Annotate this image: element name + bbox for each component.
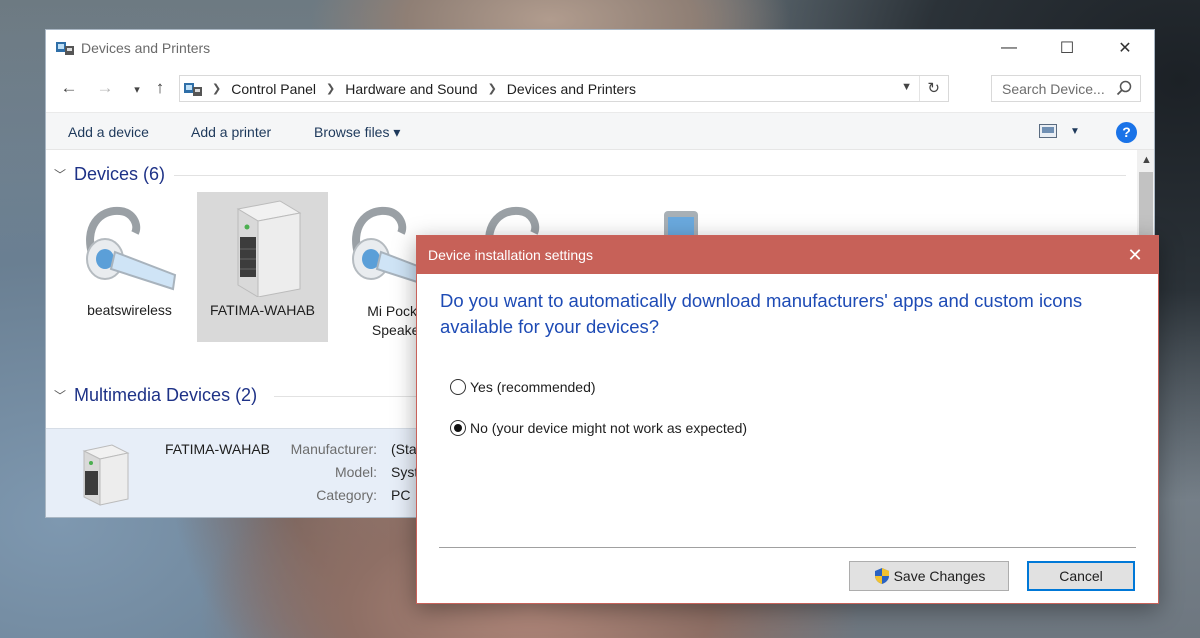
group-divider <box>174 175 1126 176</box>
dialog-divider <box>439 547 1136 548</box>
breadcrumb-separator-icon: ❯ <box>212 83 222 95</box>
search-icon <box>1116 80 1132 96</box>
refresh-button[interactable]: ↻ <box>927 79 940 97</box>
up-button[interactable]: ↑ <box>149 78 171 98</box>
collapse-chevron-icon[interactable]: ﹀ <box>54 166 66 183</box>
dialog-question: Do you want to automatically download ma… <box>440 290 1083 337</box>
computer-tower-icon <box>82 444 130 506</box>
breadcrumb-control-panel[interactable]: Control Panel <box>231 81 316 97</box>
breadcrumb-separator-icon: ❯ <box>487 83 497 95</box>
search-placeholder: Search Device... <box>1002 81 1105 97</box>
device-label: beatswireless <box>87 302 172 318</box>
breadcrumb-devices-and-printers[interactable]: Devices and Printers <box>507 81 636 97</box>
radio-no-selected[interactable] <box>450 420 466 436</box>
manufacturer-label: Manufacturer: <box>290 441 377 457</box>
model-value: Syst <box>391 464 419 480</box>
address-dropdown-icon[interactable]: ▼ <box>901 81 912 93</box>
manufacturer-value: (Sta <box>391 441 417 457</box>
option-no-label[interactable]: No (your device might not work as expect… <box>470 420 747 436</box>
cancel-button[interactable]: Cancel <box>1027 561 1135 591</box>
dialog-titlebar: Device installation settings ✕ <box>417 236 1158 274</box>
option-yes-recommended[interactable]: Yes (recommended) <box>450 379 596 395</box>
radio-yes[interactable] <box>450 379 466 395</box>
control-panel-icon <box>184 82 202 96</box>
breadcrumb-hardware-and-sound[interactable]: Hardware and Sound <box>345 81 477 97</box>
computer-tower-icon <box>197 192 328 302</box>
minimize-button[interactable]: — <box>980 30 1038 66</box>
save-changes-label: Save Changes <box>893 568 986 584</box>
search-input[interactable]: Search Device... <box>991 75 1141 102</box>
recent-locations-button[interactable]: ▾ <box>126 83 148 96</box>
details-device-name: FATIMA-WAHAB <box>165 441 270 457</box>
model-label: Model: <box>334 464 377 480</box>
dialog-close-button[interactable]: ✕ <box>1112 236 1158 274</box>
command-bar: Add a device Add a printer Browse files … <box>46 112 1154 150</box>
uac-shield-icon <box>874 568 889 584</box>
browse-files-button[interactable]: Browse files ▾ <box>314 124 400 141</box>
back-button[interactable]: ← <box>58 78 80 98</box>
category-label: Category: <box>316 487 377 503</box>
device-tile-fatima-wahab[interactable]: FATIMA-WAHAB <box>197 192 328 342</box>
change-view-icon[interactable] <box>1039 124 1057 138</box>
save-changes-button[interactable]: Save Changes <box>849 561 1009 591</box>
add-device-button[interactable]: Add a device <box>68 124 149 140</box>
category-value: PC <box>391 487 411 503</box>
device-tile-beatswireless[interactable]: beatswireless <box>64 192 195 342</box>
view-options-dropdown-icon[interactable]: ▼ <box>1070 126 1080 137</box>
device-installation-settings-dialog: Device installation settings ✕ Do you wa… <box>416 235 1159 604</box>
breadcrumb-separator-icon: ❯ <box>326 83 336 95</box>
option-no[interactable]: No (your device might not work as expect… <box>450 420 747 436</box>
group-divider <box>274 396 424 397</box>
forward-button[interactable]: → <box>94 78 116 98</box>
group-label-devices: Devices (6) <box>74 164 166 184</box>
window-title: Devices and Printers <box>81 40 211 56</box>
add-printer-button[interactable]: Add a printer <box>191 124 271 140</box>
group-header-multimedia[interactable]: ﹀ Multimedia Devices (2) <box>54 385 257 406</box>
help-icon[interactable]: ? <box>1116 122 1137 143</box>
navigation-bar: ← → ▾ ↑ ❯ Control Panel ❯ Hardware and S… <box>46 66 1154 112</box>
address-bar[interactable]: ❯ Control Panel ❯ Hardware and Sound ❯ D… <box>179 75 949 102</box>
collapse-chevron-icon[interactable]: ﹀ <box>54 387 66 404</box>
device-label: FATIMA-WAHAB <box>210 302 315 318</box>
scroll-up-icon[interactable]: ▲ <box>1141 154 1152 166</box>
dialog-title: Device installation settings <box>428 247 593 263</box>
option-yes-label[interactable]: Yes (recommended) <box>470 379 596 395</box>
headset-icon <box>64 192 195 302</box>
address-divider <box>919 76 920 101</box>
devices-printers-icon <box>56 42 74 55</box>
group-header-devices[interactable]: ﹀ Devices (6) <box>54 164 165 185</box>
group-label-multimedia: Multimedia Devices (2) <box>74 385 258 405</box>
window-titlebar: Devices and Printers — ☐ ✕ <box>46 30 1154 66</box>
maximize-button[interactable]: ☐ <box>1038 30 1096 66</box>
close-button[interactable]: ✕ <box>1096 30 1154 66</box>
